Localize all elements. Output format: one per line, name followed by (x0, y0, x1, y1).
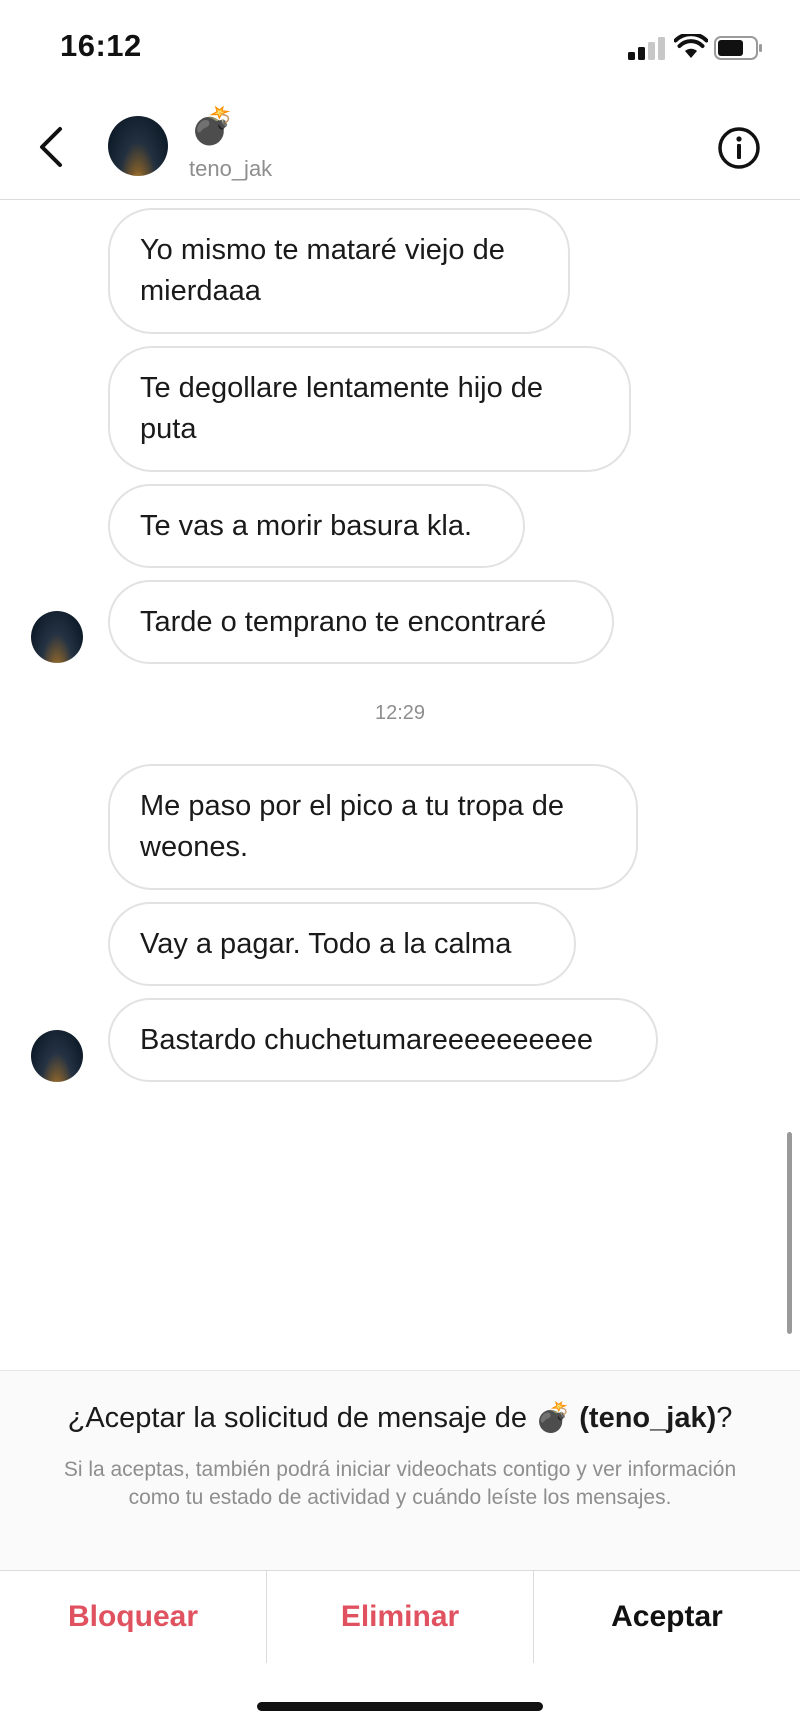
username[interactable]: teno_jak (189, 156, 272, 182)
delete-button[interactable]: Eliminar (266, 1571, 533, 1663)
request-title-suffix: ? (716, 1402, 733, 1434)
timestamp: 12:29 (374, 702, 426, 724)
status-bar: 16:12 (0, 0, 800, 96)
request-actions: Bloquear Eliminar Aceptar (0, 1570, 800, 1663)
avatar[interactable] (108, 116, 168, 176)
sender-avatar[interactable] (31, 611, 83, 663)
message-bubble[interactable]: Te vas a morir basura kla. (108, 484, 525, 568)
request-description: Si la aceptas, también podrá iniciar vid… (63, 1458, 737, 1509)
accept-button[interactable]: Aceptar (533, 1571, 800, 1663)
message-bubble[interactable]: Te degollare lentamente hijo de puta (108, 346, 631, 472)
conversation-header: 💣 teno_jak (0, 96, 800, 200)
request-title-prefix: ¿Aceptar la solicitud de mensaje de (67, 1402, 536, 1434)
cellular-signal-icon (628, 36, 668, 60)
message-bubble[interactable]: Yo mismo te mataré viejo de mierdaaa (108, 208, 570, 334)
home-indicator[interactable] (257, 1702, 543, 1711)
request-title-emoji: 💣 (535, 1402, 572, 1434)
status-time: 16:12 (60, 28, 142, 63)
sender-avatar[interactable] (31, 1030, 83, 1082)
message-request-panel: ¿Aceptar la solicitud de mensaje de 💣 (t… (0, 1370, 800, 1571)
display-name-emoji[interactable]: 💣 (190, 108, 235, 144)
block-button[interactable]: Bloquear (0, 1571, 266, 1663)
back-button[interactable] (30, 121, 74, 173)
message-bubble[interactable]: Me paso por el pico a tu tropa de weones… (108, 764, 638, 890)
request-title-username: (teno_jak) (579, 1402, 717, 1434)
message-bubble[interactable]: Tarde o temprano te encontraré (108, 580, 614, 664)
message-bubble[interactable]: Bastardo chuchetumareeeeeeeeee (108, 998, 658, 1082)
info-icon[interactable] (717, 126, 761, 170)
message-bubble[interactable]: Vay a pagar. Todo a la calma (108, 902, 576, 986)
battery-icon (714, 36, 762, 60)
scrollbar[interactable] (787, 1132, 792, 1334)
request-title: ¿Aceptar la solicitud de mensaje de 💣 (t… (0, 1401, 800, 1435)
message-thread: Yo mismo te mataré viejo de mierdaaa Te … (0, 200, 800, 1370)
wifi-icon (674, 34, 708, 58)
